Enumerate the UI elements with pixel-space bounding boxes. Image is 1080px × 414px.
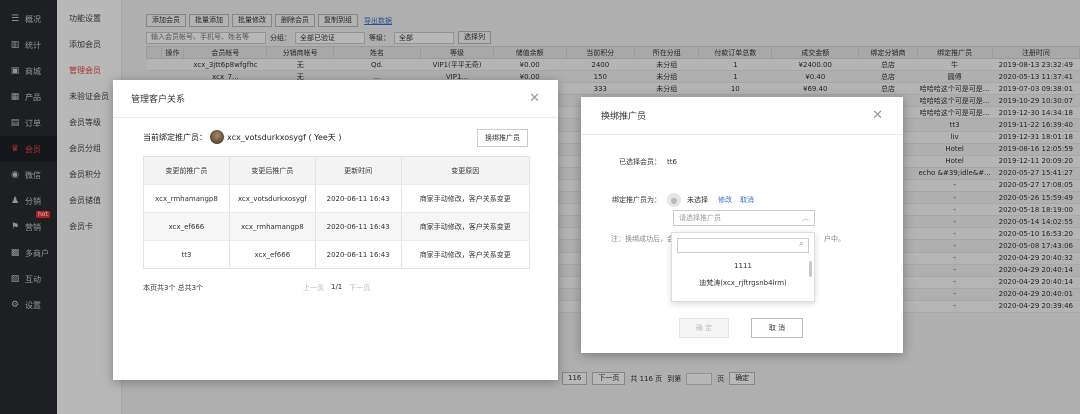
current-promoter-label: 当前绑定推广员： xyxy=(143,132,207,142)
modal1-header: 管理客户关系 ✕ xyxy=(113,80,558,118)
relation-column-header: 变更后推广员 xyxy=(229,156,316,185)
search-icon: ⌕ xyxy=(798,239,804,249)
relation-row: xcx_ef666 xcx_rmhamangp8 2020-06-11 16:43 商… xyxy=(143,212,530,241)
modal2-title: 换绑推广员 xyxy=(601,112,647,122)
selected-member-label: 已选择会员： xyxy=(619,158,661,166)
modal1-pager: 上一页 1/1 下一页 xyxy=(303,283,370,293)
dropdown-option[interactable]: ... xyxy=(672,292,814,301)
relation-cell: xcx_ef666 xyxy=(229,240,316,269)
promoter-select[interactable]: 请选择推广员 ︿ xyxy=(673,210,815,226)
bind-promoter-row: 绑定推广员为： ● 未选择 修改 取消 xyxy=(581,193,754,207)
relation-cell: xcx_votsdurkxosygf xyxy=(229,184,316,213)
next-page-button[interactable]: 下一页 xyxy=(349,283,370,293)
modal1-summary: 本页共3个 总共3个 xyxy=(143,284,204,292)
dropdown-option[interactable]: 1111 xyxy=(672,258,814,275)
selected-member-row: 已选择会员： tt6 xyxy=(581,157,677,167)
relation-cell: 商家手动修改，客户关系变更 xyxy=(401,212,530,241)
relation-header: 变更前推广员 变更后推广员 更新时间 变更原因 xyxy=(143,156,530,185)
relation-history-table: 变更前推广员 变更后推广员 更新时间 变更原因 xcx_rmhamangp8 xcx_vo… xyxy=(143,156,530,269)
close-icon[interactable]: ✕ xyxy=(529,91,540,106)
dropdown-scrollbar[interactable] xyxy=(809,261,812,277)
cancel-button[interactable]: 取 消 xyxy=(751,318,803,338)
relation-cell: 2020-06-11 16:43 xyxy=(315,184,402,213)
prev-page-button[interactable]: 上一页 xyxy=(303,283,324,293)
relation-cell: 商家手动修改，客户关系变更 xyxy=(401,240,530,269)
dropdown-search-input[interactable]: ⌕ xyxy=(677,238,809,253)
swap-promoter-modal: 换绑推广员 ✕ 已选择会员： tt6 绑定推广员为： ● 未选择 修改 取消 请… xyxy=(581,97,903,353)
current-promoter: 当前绑定推广员： xcx_votsdurkxosygf ( Yee天 ) xyxy=(143,130,341,144)
edit-link[interactable]: 修改 xyxy=(718,195,732,205)
bind-promoter-value: 未选择 xyxy=(687,196,708,204)
relation-cell: xcx_rmhamangp8 xyxy=(229,212,316,241)
dropdown-option[interactable]: 迪梵涛(xcx_rjftrgsnb4lrm) xyxy=(672,275,814,292)
close-icon[interactable]: ✕ xyxy=(872,108,883,123)
promoter-select-placeholder: 请选择推广员 xyxy=(679,214,721,222)
selected-member-value: tt6 xyxy=(667,158,677,166)
relation-cell: 2020-06-11 16:43 xyxy=(315,240,402,269)
relation-cell: 商家手动修改，客户关系变更 xyxy=(401,184,530,213)
relation-cell: 2020-06-11 16:43 xyxy=(315,212,402,241)
avatar xyxy=(210,130,224,144)
modal1-title: 管理客户关系 xyxy=(131,95,186,105)
app: ☰ 概况 ▥ 统计 ▣ 商城 ▦ 产品 ▤ 订单 ♛ 会员 ◉ 微信 ♟ 分销 ⚑ 营销 hot ▩ 多商户 ▨ 互动 ⚙ 设置… xyxy=(0,0,1080,414)
relation-column-header: 变更前推广员 xyxy=(143,156,230,185)
relation-cell: tt3 xyxy=(143,240,230,269)
chevron-up-icon: ︿ xyxy=(802,214,809,222)
relation-row: tt3 xcx_ef666 2020-06-11 16:43 商家手动修改，客户关系变… xyxy=(143,240,530,269)
cancel-link[interactable]: 取消 xyxy=(740,195,754,205)
confirm-button[interactable]: 确 定 xyxy=(679,318,729,338)
relation-column-header: 更新时间 xyxy=(315,156,402,185)
manage-relation-modal: 管理客户关系 ✕ 当前绑定推广员： xcx_votsdurkxosygf ( Y… xyxy=(113,80,558,380)
relation-cell: xcx_rmhamangp8 xyxy=(143,184,230,213)
relation-cell: xcx_ef666 xyxy=(143,212,230,241)
note-start: 注：换绑成功后，会 xyxy=(611,235,674,243)
promoter-dropdown: ⌕ 1111 迪梵涛(xcx_rjftrgsnb4lrm) ... xyxy=(671,232,815,302)
relation-row: xcx_rmhamangp8 xcx_votsdurkxosygf 2020-06-… xyxy=(143,184,530,213)
user-placeholder-icon: ● xyxy=(667,193,681,207)
swap-promoter-button[interactable]: 换绑推广员 xyxy=(477,129,528,147)
current-promoter-value: xcx_votsdurkxosygf ( Yee天 ) xyxy=(227,132,342,142)
page-indicator: 1/1 xyxy=(331,283,343,291)
note-end: 户中。 xyxy=(824,235,845,243)
modal2-header: 换绑推广员 ✕ xyxy=(581,97,903,135)
relation-column-header: 变更原因 xyxy=(401,156,530,185)
bind-promoter-label: 绑定推广员为： xyxy=(612,196,661,204)
